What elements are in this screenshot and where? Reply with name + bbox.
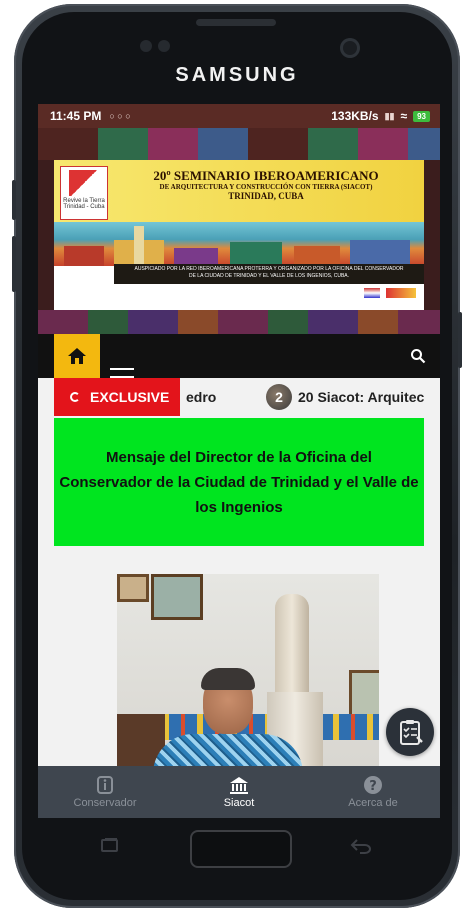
hardware-keys (38, 818, 440, 870)
svg-text:?: ? (369, 779, 377, 794)
status-bar: 11:45 PM ○ ○ ○ 133KB/s ▮▮ ≈ 93 (38, 104, 440, 128)
banner-pattern (38, 128, 440, 160)
home-button[interactable] (54, 334, 100, 378)
network-speed: 133KB/s (331, 109, 379, 123)
banner-sponsor-text: AUSPICIADO POR LA RED IBEROAMERICANA PRO… (114, 264, 424, 284)
loading-ring-icon (70, 392, 80, 402)
checklist-icon (400, 720, 423, 745)
main-navbar (38, 334, 440, 378)
banner-pattern-bottom (38, 310, 440, 334)
nav-acerca-de[interactable]: ? Acerca de (306, 766, 440, 818)
volume-button (12, 180, 16, 220)
revive-la-tierra-logo: Revive la Tierra Trinidad - Cuba (60, 166, 108, 220)
ticker-item[interactable]: 20 Siacot: Arquitec (298, 389, 424, 405)
signal-icon: ▮▮ (384, 110, 395, 121)
sensor-icon (140, 40, 152, 52)
survey-checklist-button[interactable] (386, 708, 434, 756)
device-brand: SAMSUNG (175, 64, 299, 86)
back-icon[interactable] (350, 838, 372, 854)
nav-conservador[interactable]: Conservador (38, 766, 172, 818)
home-icon (68, 348, 86, 364)
status-time: 11:45 PM (50, 109, 102, 123)
bottom-navigation: Conservador Siacot ? Acerca de (38, 766, 440, 818)
exclusive-badge: EXCLUSIVE (54, 378, 180, 416)
earpiece-speaker (196, 19, 276, 26)
seminar-banner[interactable]: Revive la Tierra Trinidad - Cuba 20º SEM… (54, 160, 424, 310)
ticker-item[interactable]: edro (186, 389, 216, 405)
article-photo (117, 574, 379, 774)
volume-button-lower (12, 236, 16, 292)
notification-icons: ○ ○ ○ (109, 111, 131, 121)
proterra-logo-icon (364, 288, 380, 298)
banner-title: 20º SEMINARIO IBEROAMERICANO DE ARQUITEC… (153, 168, 379, 201)
battery-icon: 93 (413, 110, 430, 122)
wifi-icon: ≈ (400, 109, 408, 123)
info-icon (97, 776, 113, 794)
front-camera-icon (340, 38, 360, 58)
article-heading: Mensaje del Director de la Oficina del C… (59, 448, 419, 516)
recent-apps-icon[interactable] (100, 838, 120, 854)
nav-siacot[interactable]: Siacot (172, 766, 306, 818)
search-icon[interactable] (410, 348, 426, 364)
news-ticker: EXCLUSIVE edro 2 20 Siacot: Arquitec (54, 378, 424, 416)
power-button (458, 312, 462, 368)
app-screen: 11:45 PM ○ ○ ○ 133KB/s ▮▮ ≈ 93 Revive la… (38, 104, 440, 818)
conservador-logo-icon (386, 288, 416, 298)
ticker-thumbnail[interactable]: 2 (266, 384, 292, 410)
hardware-home-button[interactable] (190, 830, 292, 868)
header-banner-area: Revive la Tierra Trinidad - Cuba 20º SEM… (38, 128, 440, 334)
sensor-icon (158, 40, 170, 52)
help-icon: ? (364, 776, 382, 794)
banner-illustration (54, 222, 424, 266)
sponsor-logos (364, 288, 416, 298)
building-icon (230, 777, 248, 794)
article-heading-box: Mensaje del Director de la Oficina del C… (54, 418, 424, 546)
